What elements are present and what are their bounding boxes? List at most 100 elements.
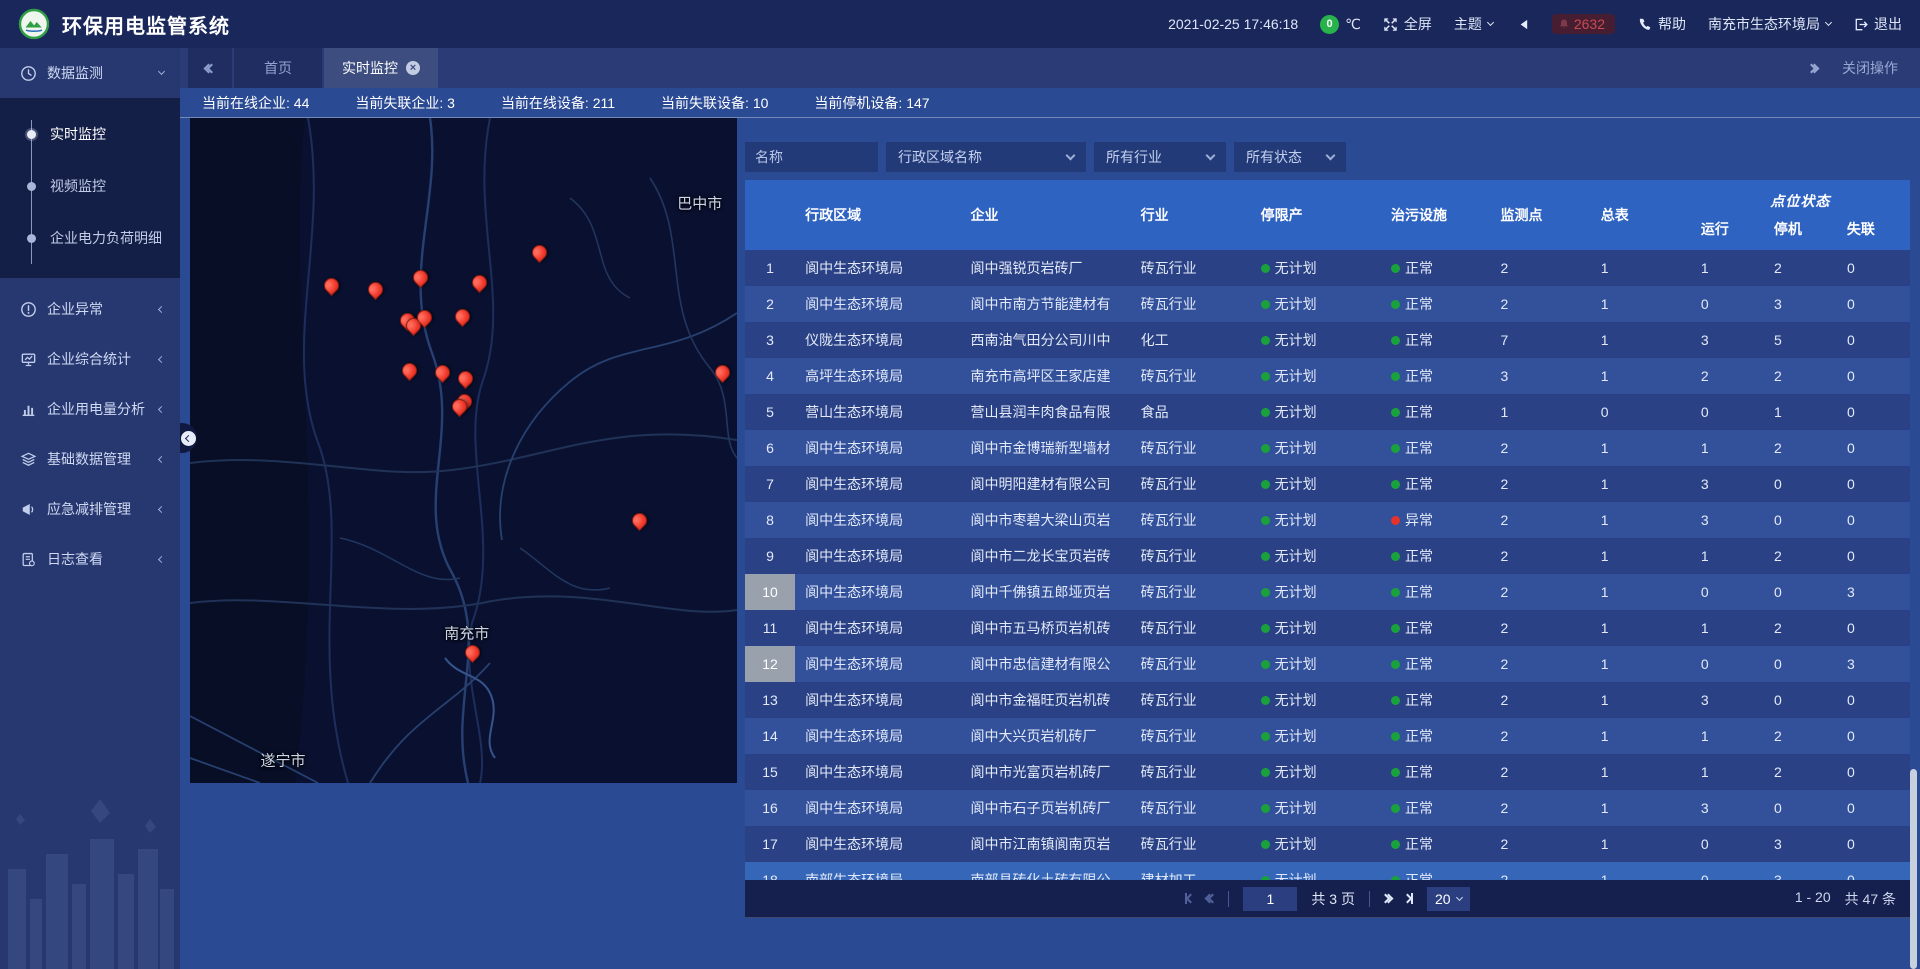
table-row[interactable]: 1 阆中生态环境局 阆中强锐页岩砖厂 砖瓦行业 无计划 正常 2 1 1 2 0: [745, 250, 1910, 286]
row-index: 7: [745, 466, 795, 502]
sidebar-item[interactable]: 基础数据管理: [0, 434, 180, 484]
total-pages-label: 共 3 页: [1311, 889, 1355, 909]
table-row[interactable]: 13 阆中生态环境局 阆中市金福旺页岩机砖 砖瓦行业 无计划 正常 2 1 3 …: [745, 682, 1910, 718]
status-dot-green: [1261, 336, 1270, 345]
logout-button[interactable]: 退出: [1853, 14, 1902, 34]
chevron-left-icon: [158, 505, 165, 512]
bullet-icon: [27, 234, 36, 243]
status-dot-green: [1391, 336, 1400, 345]
prev-page-button[interactable]: [1208, 895, 1214, 902]
status-dot-green: [1261, 300, 1270, 309]
temperature: 0 ℃: [1320, 15, 1361, 34]
table-row[interactable]: 17 阆中生态环境局 阆中市江南镇阆南页岩 砖瓦行业 无计划 正常 2 1 0 …: [745, 826, 1910, 862]
help-button[interactable]: 帮助: [1637, 14, 1686, 34]
sidebar-subitem[interactable]: 企业电力负荷明细: [0, 212, 180, 264]
table-row[interactable]: 4 高坪生态环境局 南充市高坪区王家店建 砖瓦行业 无计划 正常 3 1 2 2…: [745, 358, 1910, 394]
map-roads: [190, 118, 737, 783]
sidebar-subitem[interactable]: 视频监控: [0, 160, 180, 212]
row-index: 12: [745, 646, 795, 682]
table-row[interactable]: 9 阆中生态环境局 阆中市二龙长宝页岩砖 砖瓦行业 无计划 正常 2 1 1 2…: [745, 538, 1910, 574]
status-dot-green: [1391, 588, 1400, 597]
column-meters: 总表: [1591, 180, 1691, 250]
monitor-panel: 行政区域名称 所有行业 所有状态 行政区域: [745, 118, 1910, 969]
chevron-down-icon: [158, 68, 165, 75]
sidebar-item[interactable]: 企业用电量分析: [0, 384, 180, 434]
next-page-button[interactable]: [1384, 895, 1390, 902]
stat-item: 当前失联设备: 10: [661, 93, 768, 113]
log-icon: [20, 551, 37, 568]
tabs-scroll-left-button[interactable]: [188, 48, 232, 88]
table-row[interactable]: 3 仪陇生态环境局 西南油气田分公司川中 化工 无计划 正常 7 1 3 5 0: [745, 322, 1910, 358]
column-halt: 停机: [1764, 219, 1837, 239]
mute-button[interactable]: [1515, 17, 1530, 32]
sidebar-subitem[interactable]: 实时监控: [0, 108, 180, 160]
column-region: 行政区域: [795, 180, 960, 250]
city-label: 遂宁市: [260, 750, 305, 771]
sidebar-menu: 数据监测 实时监控 视频监控 企业电力负荷明细 企业异常 企业综合统计 企业用电…: [0, 48, 180, 584]
close-operations-button[interactable]: 关闭操作: [1842, 58, 1898, 78]
table-row[interactable]: 6 阆中生态环境局 阆中市金博瑞新型墙材 砖瓦行业 无计划 正常 2 1 1 2…: [745, 430, 1910, 466]
notification-badge[interactable]: 2632: [1552, 14, 1615, 34]
region-filter-select[interactable]: 行政区域名称: [886, 142, 1086, 172]
chevron-down-icon: [1206, 151, 1216, 161]
first-page-button[interactable]: [1185, 893, 1194, 904]
status-filter-select[interactable]: 所有状态: [1234, 142, 1346, 172]
page-size-select[interactable]: 20: [1427, 887, 1470, 911]
status-dot-green: [1391, 300, 1400, 309]
sidebar-item[interactable]: 数据监测: [0, 48, 180, 98]
column-company: 企业: [961, 180, 1131, 250]
table-header: 行政区域 企业 行业 停限产 治污设施 监测点 总表 点位状态 运行 停机: [745, 180, 1910, 250]
page-number-input[interactable]: [1243, 887, 1297, 911]
status-dot-green: [1261, 516, 1270, 525]
stat-item: 当前在线设备: 211: [501, 93, 615, 113]
close-tab-icon[interactable]: [406, 61, 420, 75]
industry-filter-select[interactable]: 所有行业: [1094, 142, 1226, 172]
sidebar-item[interactable]: 日志查看: [0, 534, 180, 584]
chevron-left-icon: [185, 434, 192, 441]
column-index: [745, 180, 795, 250]
chevron-down-icon: [1326, 151, 1336, 161]
chevron-down-icon: [1825, 19, 1832, 26]
stat-item: 当前停机设备: 147: [814, 93, 929, 113]
status-dot-green: [1391, 264, 1400, 273]
tabs-scroll-right-button[interactable]: [1810, 65, 1816, 72]
table-row[interactable]: 14 阆中生态环境局 阆中大兴页岩机砖厂 砖瓦行业 无计划 正常 2 1 1 2…: [745, 718, 1910, 754]
row-index: 1: [745, 250, 795, 286]
chevron-left-icon: [158, 355, 165, 362]
theme-dropdown[interactable]: 主题: [1454, 14, 1493, 34]
table-body: 1 阆中生态环境局 阆中强锐页岩砖厂 砖瓦行业 无计划 正常 2 1 1 2 0…: [745, 250, 1910, 880]
table-row[interactable]: 2 阆中生态环境局 阆中市南方节能建材有 砖瓦行业 无计划 正常 2 1 0 3…: [745, 286, 1910, 322]
sidebar-item[interactable]: 应急减排管理: [0, 484, 180, 534]
sidebar-item[interactable]: 企业异常: [0, 284, 180, 334]
table-row[interactable]: 18 南部生态环境局 南部县砖化土砖有限公 建材加工 无计划 正常 2 1 0 …: [745, 862, 1910, 880]
column-run: 运行: [1691, 219, 1764, 239]
status-dot-green: [1261, 840, 1270, 849]
table-row[interactable]: 12 阆中生态环境局 阆中市忠信建材有限公 砖瓦行业 无计划 正常 2 1 0 …: [745, 646, 1910, 682]
org-dropdown[interactable]: 南充市生态环境局: [1708, 14, 1831, 34]
table-row[interactable]: 15 阆中生态环境局 阆中市光富页岩机砖厂 砖瓦行业 无计划 正常 2 1 1 …: [745, 754, 1910, 790]
row-index: 3: [745, 322, 795, 358]
status-dot-green: [1391, 732, 1400, 741]
table-row[interactable]: 5 营山生态环境局 营山县润丰肉食品有限 食品 无计划 正常 1 0 0 1 0: [745, 394, 1910, 430]
row-index: 14: [745, 718, 795, 754]
row-index: 6: [745, 430, 795, 466]
last-page-button[interactable]: [1404, 893, 1413, 904]
stat-item: 当前在线企业: 44: [202, 93, 309, 113]
enterprise-table: 行政区域 企业 行业 停限产 治污设施 监测点 总表 点位状态 运行 停机: [745, 180, 1910, 880]
column-lost: 失联: [1837, 219, 1910, 239]
tab-实时监控[interactable]: 实时监控: [324, 48, 438, 88]
sidebar-item[interactable]: 企业综合统计: [0, 334, 180, 384]
tab-首页[interactable]: 首页: [234, 48, 322, 88]
name-filter-input[interactable]: [745, 142, 878, 172]
table-row[interactable]: 7 阆中生态环境局 阆中明阳建材有限公司 砖瓦行业 无计划 正常 2 1 3 0…: [745, 466, 1910, 502]
city-skyline-decoration: [0, 779, 180, 969]
table-row[interactable]: 16 阆中生态环境局 阆中市石子页岩机砖厂 砖瓦行业 无计划 正常 2 1 3 …: [745, 790, 1910, 826]
table-row[interactable]: 10 阆中生态环境局 阆中千佛镇五郎垭页岩 砖瓦行业 无计划 正常 2 1 0 …: [745, 574, 1910, 610]
table-row[interactable]: 11 阆中生态环境局 阆中市五马桥页岩机砖 砖瓦行业 无计划 正常 2 1 1 …: [745, 610, 1910, 646]
chevron-down-icon: [1487, 19, 1494, 26]
fullscreen-button[interactable]: 全屏: [1383, 14, 1432, 34]
speaker-muted-icon: [1515, 17, 1530, 32]
map[interactable]: 巴中市南充市遂宁市: [190, 118, 737, 783]
table-row[interactable]: 8 阆中生态环境局 阆中市枣碧大梁山页岩 砖瓦行业 无计划 异常 2 1 3 0…: [745, 502, 1910, 538]
scrollbar-thumb[interactable]: [1910, 769, 1917, 969]
